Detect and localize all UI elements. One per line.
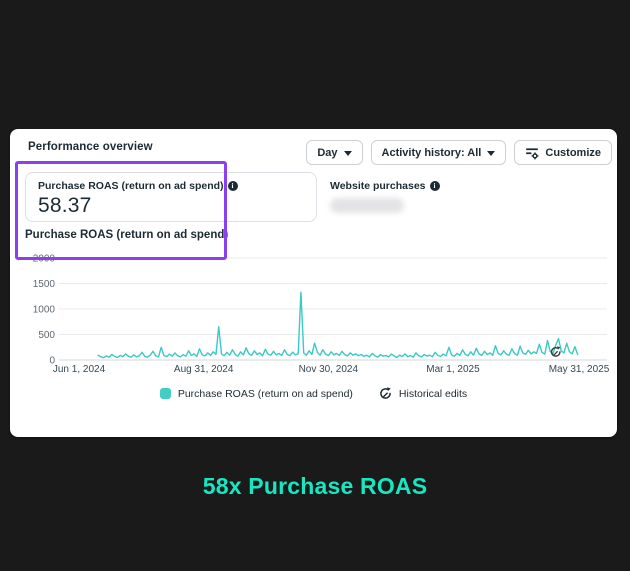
chevron-down-icon xyxy=(487,151,495,156)
panel-title: Performance overview xyxy=(28,141,153,153)
y-tick-label: 500 xyxy=(38,330,55,341)
activity-history-dropdown[interactable]: Activity history: All xyxy=(371,140,507,165)
x-tick-label: Aug 31, 2024 xyxy=(174,364,234,375)
customize-sliders-icon xyxy=(525,146,539,160)
legend-historical-edits-label: Historical edits xyxy=(399,388,467,400)
roas-series-line xyxy=(98,292,577,358)
panel-controls: Day Activity history: All Customize xyxy=(306,140,612,165)
caption-58x-purchase-roas: 58x Purchase ROAS xyxy=(0,473,630,500)
chart-legend: Purchase ROAS (return on ad spend) Histo… xyxy=(10,387,617,400)
legend-item-historical-edits[interactable]: Historical edits xyxy=(379,387,467,400)
x-tick-label: May 31, 2025 xyxy=(549,364,610,375)
historical-edit-marker-icon[interactable] xyxy=(552,346,561,356)
customize-label: Customize xyxy=(545,147,601,159)
purchase-roas-label: Purchase ROAS (return on ad spend) xyxy=(38,180,224,192)
historical-edits-icon xyxy=(379,387,392,400)
redacted-value-blur xyxy=(330,198,404,213)
legend-item-purchase-roas[interactable]: Purchase ROAS (return on ad spend) xyxy=(160,388,353,400)
x-tick-label: Jun 1, 2024 xyxy=(53,364,106,375)
info-icon[interactable]: i xyxy=(228,181,238,191)
info-icon[interactable]: i xyxy=(430,181,440,191)
roas-line-chart[interactable]: 0500100015002000Jun 1, 2024Aug 31, 2024N… xyxy=(25,248,610,378)
y-tick-label: 1500 xyxy=(33,279,56,290)
y-tick-label: 1000 xyxy=(33,305,56,316)
website-purchases-label: Website purchases xyxy=(330,180,426,192)
x-tick-label: Mar 1, 2025 xyxy=(426,364,480,375)
metric-card-purchase-roas[interactable]: Purchase ROAS (return on ad spend) i 58.… xyxy=(25,172,317,222)
chart-title: Purchase ROAS (return on ad spend) xyxy=(25,229,228,241)
screenshot-stage: Performance overview Day Activity histor… xyxy=(0,0,630,571)
chevron-down-icon xyxy=(344,151,352,156)
series-swatch-icon xyxy=(160,388,171,399)
day-dropdown-label: Day xyxy=(317,147,337,159)
customize-button[interactable]: Customize xyxy=(514,140,612,165)
day-dropdown[interactable]: Day xyxy=(306,140,362,165)
x-tick-label: Nov 30, 2024 xyxy=(299,364,359,375)
activity-history-label: Activity history: All xyxy=(382,147,482,159)
purchase-roas-value: 58.37 xyxy=(38,194,304,218)
y-tick-label: 2000 xyxy=(33,254,56,265)
metric-website-purchases[interactable]: Website purchases i xyxy=(330,180,440,213)
legend-series-label: Purchase ROAS (return on ad spend) xyxy=(178,388,353,400)
